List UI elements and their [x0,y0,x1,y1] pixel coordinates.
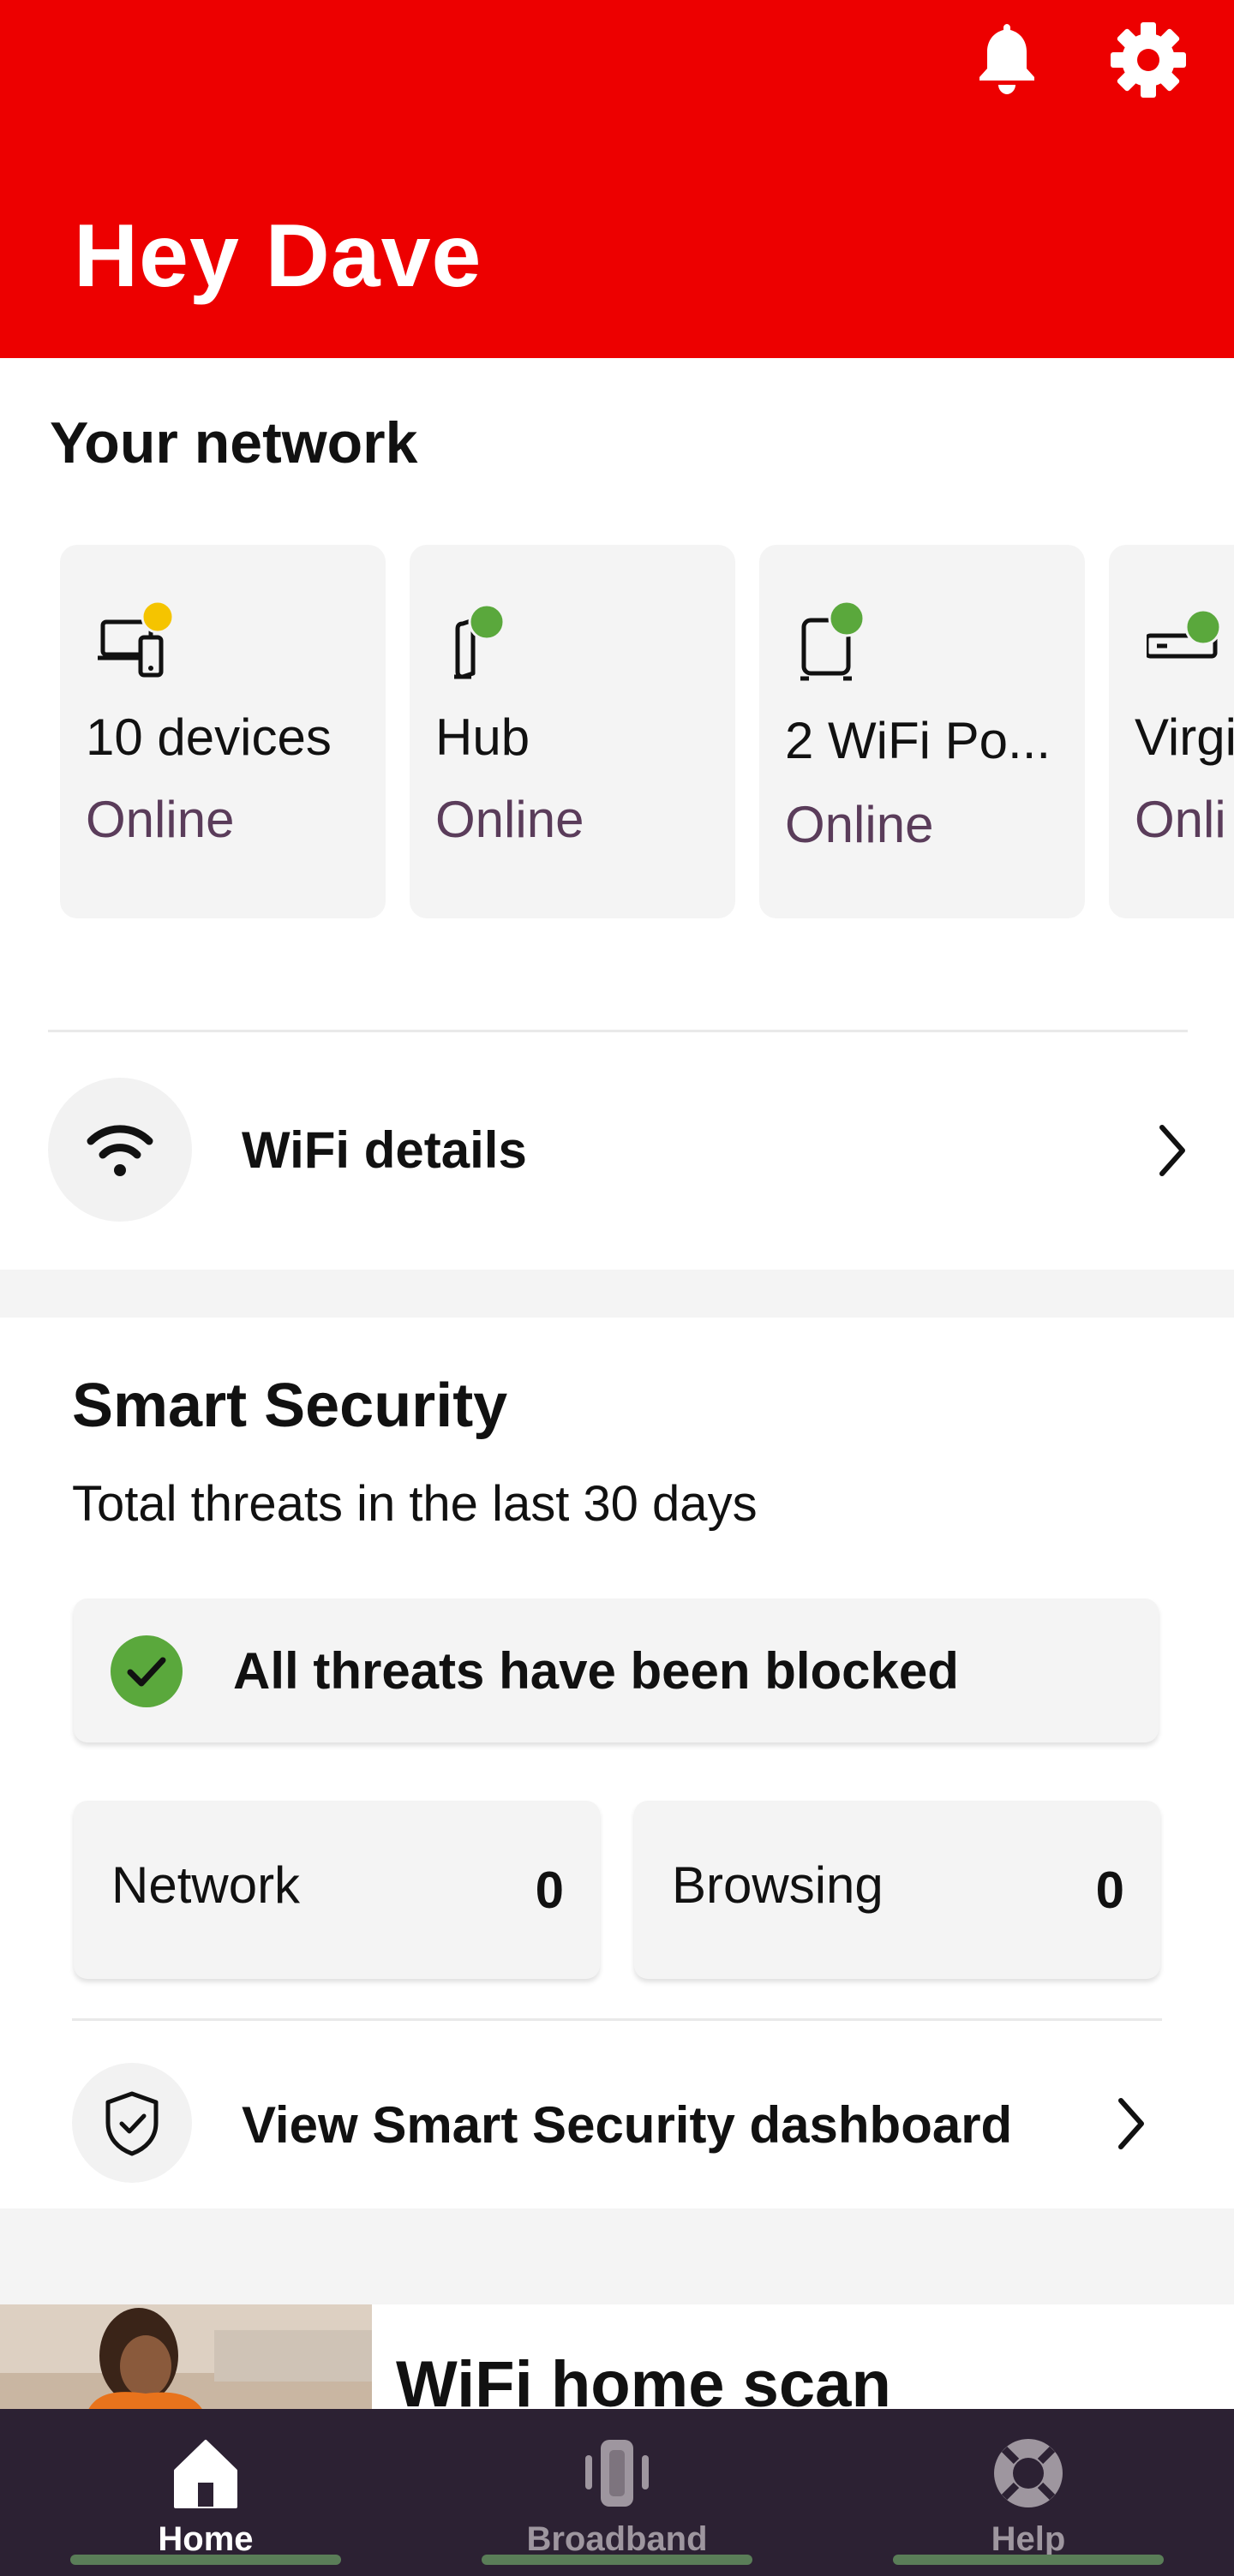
nav-broadband[interactable]: Broadband [480,2409,754,2576]
wifi-details-label: WiFi details [242,1121,527,1179]
stat-value: 0 [1095,1862,1124,1919]
devices-card[interactable]: 10 devices Online [60,545,386,918]
divider [48,1030,1188,1032]
hub-card[interactable]: Hub Online [410,545,735,918]
nav-indicator [70,2555,341,2565]
laptop-phone-icon [98,600,183,687]
nav-label: Help [991,2520,1066,2558]
smart-security-subtitle: Total threats in the last 30 days [72,1476,758,1532]
shield-icon-circle [72,2063,192,2183]
nav-label: Broadband [526,2520,708,2558]
section-separator [0,2208,1234,2304]
your-network-title: Your network [50,410,418,475]
hub-icon [447,601,533,687]
threats-blocked-label: All threats have been blocked [233,1642,959,1700]
chevron-right-icon [1118,2098,1144,2149]
card-status: Online [86,791,235,848]
wifi-pods-card[interactable]: 2 WiFi Po... Online [759,545,1085,918]
view-security-dashboard-row[interactable]: View Smart Security dashboard [72,2063,1160,2183]
stat-value: 0 [535,1862,564,1919]
greeting-title: Hey Dave [74,206,482,306]
stat-label: Network [111,1856,301,1914]
card-name: Virgi [1135,708,1234,766]
home-icon [174,2440,237,2508]
browsing-threats-stat: Browsing 0 [634,1801,1160,1979]
set-top-box-icon [1144,601,1232,687]
smart-security-title: Smart Security [72,1372,508,1440]
notifications-bell-icon[interactable] [973,19,1041,96]
card-status: Online [785,796,934,853]
bottom-navigation: Home Broadband Help [0,2409,1234,2576]
stat-label: Browsing [672,1856,884,1914]
wifi-pod-icon [797,600,883,687]
divider [72,2018,1162,2021]
wifi-icon-circle [48,1078,192,1222]
card-status: Onli [1135,791,1226,848]
view-dashboard-label: View Smart Security dashboard [242,2096,1013,2154]
set-top-box-card[interactable]: Virgi Onli [1109,545,1234,918]
nav-indicator [482,2555,752,2565]
chevron-right-icon [1159,1125,1185,1176]
broadband-icon [585,2440,649,2507]
wifi-details-row[interactable]: WiFi details [48,1078,1188,1223]
shield-check-icon [105,2091,159,2156]
network-cards-carousel[interactable]: 10 devices Online Hub Online 2 WiFi Po..… [0,545,1234,922]
nav-home[interactable]: Home [69,2409,343,2576]
card-name: 2 WiFi Po... [785,712,1051,769]
wifi-home-scan-image[interactable] [0,2304,372,2416]
threats-blocked-banner: All threats have been blocked [74,1599,1159,1742]
network-threats-stat: Network 0 [74,1801,600,1979]
check-circle-icon [111,1635,183,1707]
help-lifebuoy-icon [994,2439,1063,2507]
wifi-icon [87,1125,153,1176]
nav-label: Home [158,2520,254,2558]
card-name: 10 devices [86,708,332,766]
nav-indicator [893,2555,1164,2565]
card-status: Online [435,791,584,848]
nav-help[interactable]: Help [891,2409,1165,2576]
header: Hey Dave [0,0,1234,358]
settings-gear-icon[interactable] [1110,21,1187,99]
card-name: Hub [435,708,530,766]
section-separator [0,1270,1234,1318]
